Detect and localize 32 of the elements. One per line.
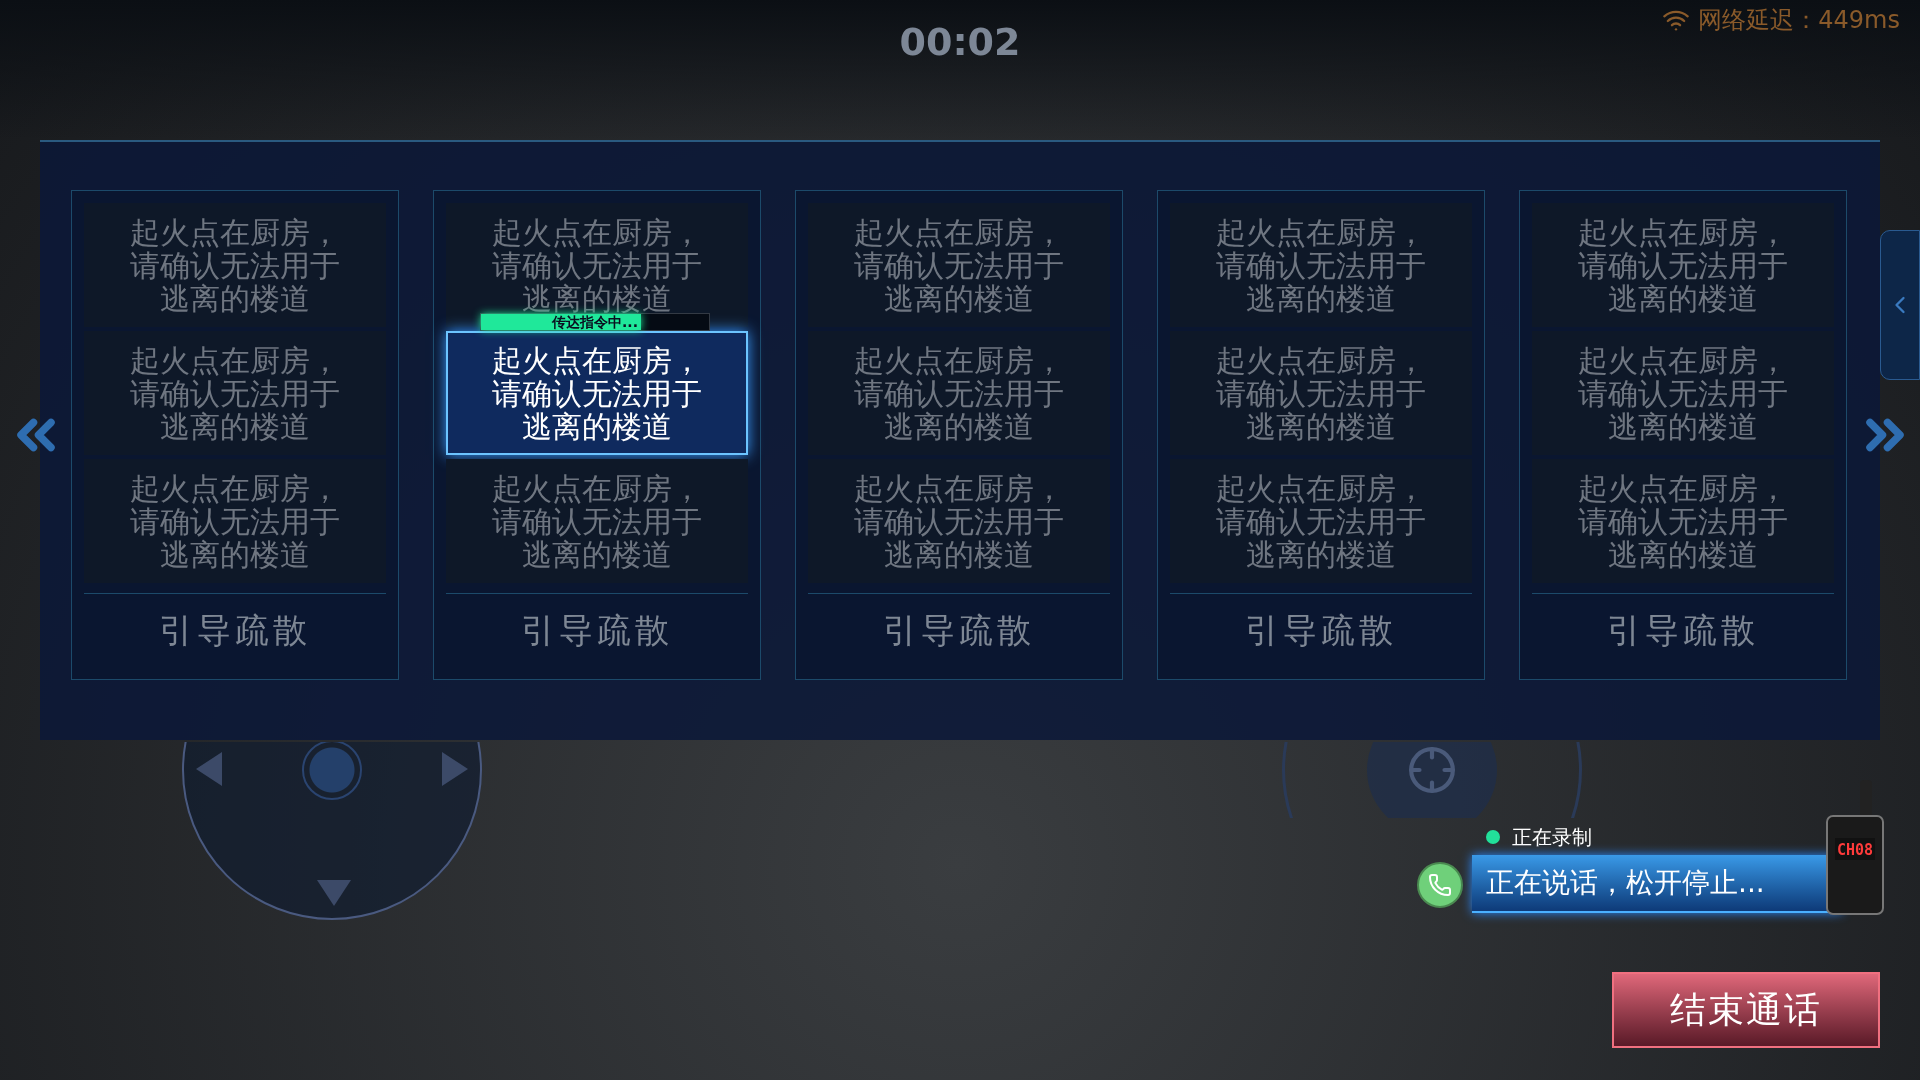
phone-icon: [1417, 862, 1463, 908]
channel-display: CH08: [1836, 841, 1874, 859]
option-item[interactable]: 起火点在厨房，请确认无法用于逃离的楼道: [808, 203, 1110, 327]
option-item[interactable]: 起火点在厨房，请确认无法用于逃离的楼道: [808, 331, 1110, 455]
option-item[interactable]: 起火点在厨房，请确认无法用于逃离的楼道: [1532, 331, 1834, 455]
evacuate-button[interactable]: 引导疏散: [1170, 593, 1472, 667]
option-item[interactable]: 起火点在厨房，请确认无法用于逃离的楼道: [1532, 459, 1834, 583]
side-drawer-tab[interactable]: [1880, 230, 1920, 380]
option-item[interactable]: 起火点在厨房，请确认无法用于逃离的楼道: [446, 459, 748, 583]
option-item[interactable]: 起火点在厨房，请确认无法用于逃离的楼道: [1170, 203, 1472, 327]
option-item[interactable]: 起火点在厨房，请确认无法用于逃离的楼道: [1170, 459, 1472, 583]
option-item[interactable]: 起火点在厨房，请确认无法用于逃离的楼道: [84, 203, 386, 327]
option-item[interactable]: 起火点在厨房，请确认无法用于逃离的楼道: [84, 459, 386, 583]
option-item[interactable]: 起火点在厨房，请确认无法用于逃离的楼道: [1170, 331, 1472, 455]
progress-label: 传达指令中...: [551, 314, 639, 330]
joystick-knob[interactable]: [302, 742, 362, 800]
evacuate-button[interactable]: 引导疏散: [808, 593, 1110, 667]
option-item[interactable]: 起火点在厨房，请确认无法用于逃离的楼道: [84, 331, 386, 455]
right-arrow-icon: [442, 752, 468, 786]
timer: 00:02: [899, 19, 1021, 66]
option-item[interactable]: 起火点在厨房，请确认无法用于逃离的楼道: [1532, 203, 1834, 327]
left-arrow-icon: [196, 752, 222, 786]
evacuate-button[interactable]: 引导疏散: [1532, 593, 1834, 667]
option-item[interactable]: 起火点在厨房，请确认无法用于逃离的楼道: [808, 459, 1110, 583]
down-arrow-icon: [317, 880, 351, 906]
end-call-button[interactable]: 结束通话: [1612, 972, 1880, 1048]
network-status: 网络延迟：449ms: [1662, 2, 1900, 38]
evacuate-button[interactable]: 引导疏散: [446, 593, 748, 667]
option-item[interactable]: 起火点在厨房，请确认无法用于逃离的楼道: [446, 331, 748, 455]
target-icon: [1407, 745, 1457, 795]
evacuate-button[interactable]: 引导疏散: [84, 593, 386, 667]
recording-label: 正在录制: [1512, 824, 1592, 851]
